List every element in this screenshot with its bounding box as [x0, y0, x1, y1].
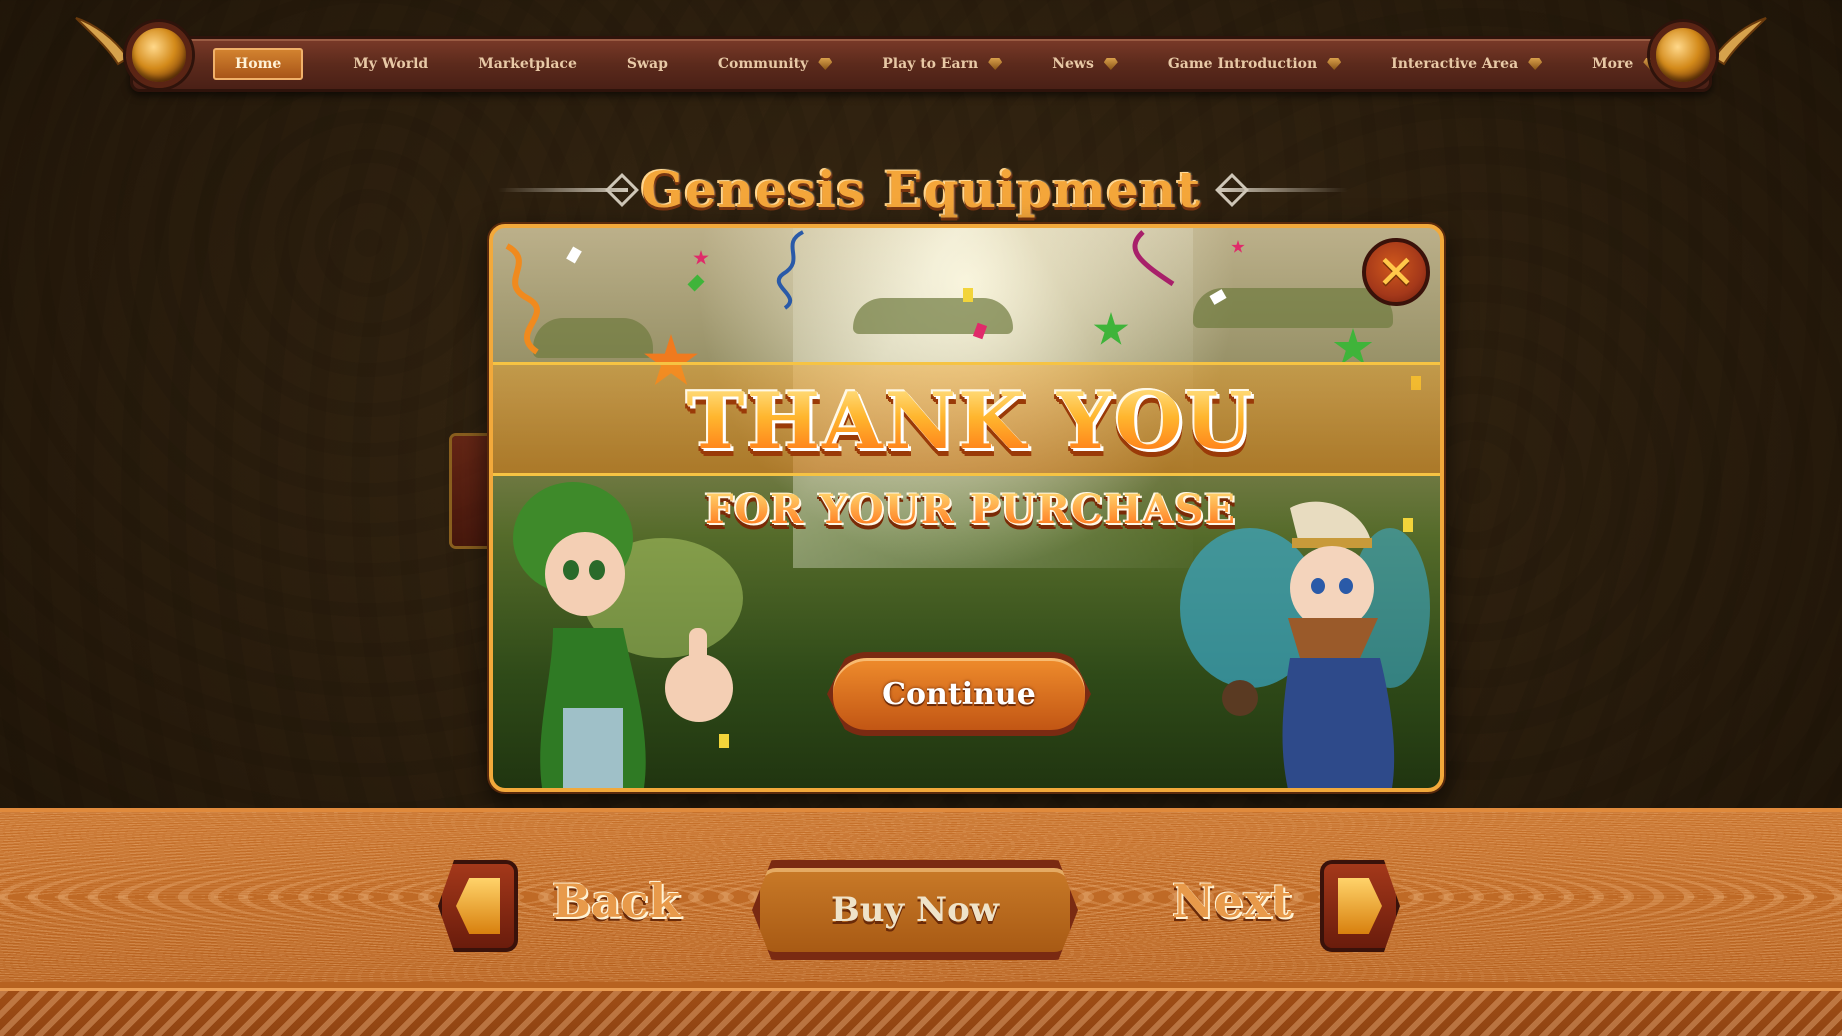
nav-item-label: Play to Earn [882, 56, 979, 72]
nav-item-swap[interactable]: Swap [627, 56, 668, 72]
thank-you-modal: THANK YOU FOR YOUR PURCHASE ✕ Continue [489, 224, 1444, 792]
back-arrow-button[interactable] [438, 860, 518, 952]
nav-item-community[interactable]: Community [717, 56, 833, 72]
floating-island [853, 298, 1013, 334]
nav-orb-left [126, 22, 192, 88]
wing-right-icon [1712, 17, 1767, 66]
nav-item-label: Interactive Area [1391, 56, 1519, 72]
dropdown-gem-icon [988, 58, 1003, 70]
nav-item-my-world[interactable]: My World [353, 56, 428, 72]
confetti [963, 288, 973, 302]
nav-item-more[interactable]: More [1592, 56, 1658, 72]
dropdown-gem-icon [1528, 58, 1543, 70]
title-divider-right [1218, 188, 1348, 192]
nav-item-label: Home [235, 56, 282, 72]
wing-left-icon [75, 17, 130, 66]
thank-you-heading: THANK YOU [493, 376, 1440, 467]
nav-item-label: Game Introduction [1167, 56, 1318, 72]
nav-item-game-introduction[interactable]: Game Introduction [1167, 56, 1342, 72]
dropdown-gem-icon [1327, 58, 1342, 70]
continue-button-label: Continue [882, 676, 1036, 712]
nav-item-label: More [1592, 56, 1634, 72]
confetti [566, 246, 582, 264]
streamer-icon [776, 230, 805, 310]
nav-bar: Home My World Marketplace Swap Community Play… [130, 36, 1712, 92]
dropdown-gem-icon [818, 58, 833, 70]
nav-item-home[interactable]: Home [213, 48, 304, 80]
nav-item-interactive-area[interactable]: Interactive Area [1391, 56, 1543, 72]
back-button[interactable]: Back [552, 874, 681, 928]
nav-orb-right [1650, 22, 1716, 88]
streamer-icon [1132, 230, 1175, 287]
nav-item-label: Marketplace [478, 56, 577, 72]
nav-item-label: Swap [626, 56, 668, 72]
elf-character-right [1180, 501, 1430, 788]
arrow-right-icon [1338, 878, 1382, 934]
nav-item-label: My World [353, 56, 429, 72]
nav-item-marketplace[interactable]: Marketplace [478, 56, 577, 72]
close-icon: ✕ [1376, 245, 1416, 299]
star-icon [1231, 240, 1245, 253]
buy-now-button[interactable]: Buy Now [752, 860, 1078, 960]
nav-item-label: News [1052, 56, 1094, 72]
nav-item-news[interactable]: News [1052, 56, 1118, 72]
bottom-trim [0, 988, 1842, 1036]
title-row: Genesis Equipment [0, 160, 1842, 220]
fairy-character-left [513, 482, 743, 788]
continue-button[interactable]: Continue [827, 652, 1091, 736]
arrow-left-icon [456, 878, 500, 934]
nav-item-label: Community [717, 56, 809, 72]
next-arrow-button[interactable] [1320, 860, 1400, 952]
top-nav: Home My World Marketplace Swap Community Play… [70, 14, 1772, 96]
dropdown-gem-icon [1103, 58, 1118, 70]
nav-item-play-to-earn[interactable]: Play to Earn [882, 56, 1003, 72]
confetti [687, 274, 705, 292]
close-button[interactable]: ✕ [1362, 238, 1430, 306]
streamer-icon [505, 243, 540, 355]
buy-now-label: Buy Now [830, 890, 1000, 930]
page-title: Genesis Equipment [641, 160, 1201, 219]
next-button[interactable]: Next [1172, 874, 1292, 928]
star-icon [693, 250, 709, 265]
